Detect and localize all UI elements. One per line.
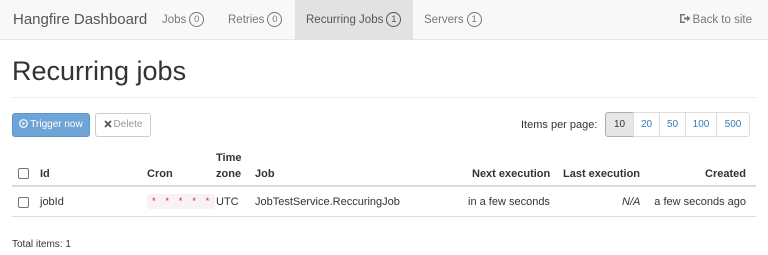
table-row: jobId * * * * * UTC JobTestService.Reccu… bbox=[12, 188, 756, 217]
time-zone-cell: UTC bbox=[216, 196, 239, 208]
column-header-job[interactable]: Job bbox=[255, 168, 275, 180]
cron-expression: * * * * * bbox=[147, 194, 216, 209]
column-header-time-zone-line2[interactable]: zone bbox=[216, 168, 241, 180]
table-header: Id Cron Time zone Job Next execution Las… bbox=[12, 150, 756, 187]
jobs-count-badge: 0 bbox=[189, 12, 205, 27]
job-id-cell: jobId bbox=[40, 196, 64, 208]
trigger-now-button[interactable]: Trigger now bbox=[12, 113, 90, 137]
recurring-jobs-count-badge: 1 bbox=[386, 12, 402, 27]
delete-button[interactable]: Delete bbox=[95, 113, 151, 137]
close-icon bbox=[103, 120, 112, 128]
next-execution-cell: in a few seconds bbox=[468, 196, 550, 208]
total-items-label: Total items: 1 bbox=[12, 239, 71, 250]
back-to-site-link[interactable]: Back to site bbox=[679, 0, 752, 40]
trigger-now-label: Trigger now bbox=[30, 119, 83, 130]
navbar: Hangfire Dashboard Jobs 0 Retries 0 Recurr… bbox=[0, 0, 768, 40]
created-cell: a few seconds ago bbox=[654, 196, 746, 208]
nav-item-recurring-jobs[interactable]: Recurring Jobs 1 bbox=[295, 0, 413, 40]
column-header-created[interactable]: Created bbox=[705, 168, 746, 180]
column-header-next-execution[interactable]: Next execution bbox=[472, 168, 550, 180]
retries-count-badge: 0 bbox=[267, 12, 283, 27]
back-to-site-label: Back to site bbox=[692, 14, 752, 26]
column-header-id[interactable]: Id bbox=[40, 168, 50, 180]
delete-label: Delete bbox=[113, 119, 143, 130]
select-all-checkbox[interactable] bbox=[18, 168, 29, 179]
page-size-10[interactable]: 10 bbox=[605, 112, 634, 137]
row-select-checkbox[interactable] bbox=[18, 197, 29, 208]
nav-item-jobs[interactable]: Jobs 0 bbox=[150, 0, 216, 40]
job-name-cell: JobTestService.ReccuringJob bbox=[255, 196, 400, 208]
title-divider bbox=[12, 97, 756, 98]
nav-item-label: Servers bbox=[424, 14, 464, 26]
nav-item-retries[interactable]: Retries 0 bbox=[216, 0, 294, 40]
nav-item-label: Jobs bbox=[162, 14, 187, 26]
column-header-time-zone-line1[interactable]: Time bbox=[216, 152, 241, 164]
nav-item-label: Retries bbox=[228, 14, 265, 26]
page-title: Recurring jobs bbox=[12, 56, 187, 86]
nav-item-servers[interactable]: Servers 1 bbox=[413, 0, 493, 40]
servers-count-badge: 1 bbox=[466, 12, 482, 27]
last-execution-cell: N/A bbox=[622, 196, 641, 208]
page-size-selector: 10 20 50 100 500 bbox=[605, 112, 750, 137]
nav-item-label: Recurring Jobs bbox=[306, 14, 384, 26]
column-header-cron[interactable]: Cron bbox=[147, 168, 173, 180]
sign-out-icon bbox=[679, 14, 691, 23]
page-size-500[interactable]: 500 bbox=[716, 112, 750, 137]
page-size-50[interactable]: 50 bbox=[659, 112, 686, 137]
items-per-page-label: Items per page: bbox=[521, 119, 598, 131]
page-size-100[interactable]: 100 bbox=[685, 112, 717, 137]
page-size-20[interactable]: 20 bbox=[633, 112, 660, 137]
play-circle-icon bbox=[19, 119, 29, 128]
column-header-last-execution[interactable]: Last execution bbox=[563, 168, 640, 180]
brand-link[interactable]: Hangfire Dashboard bbox=[13, 11, 147, 28]
